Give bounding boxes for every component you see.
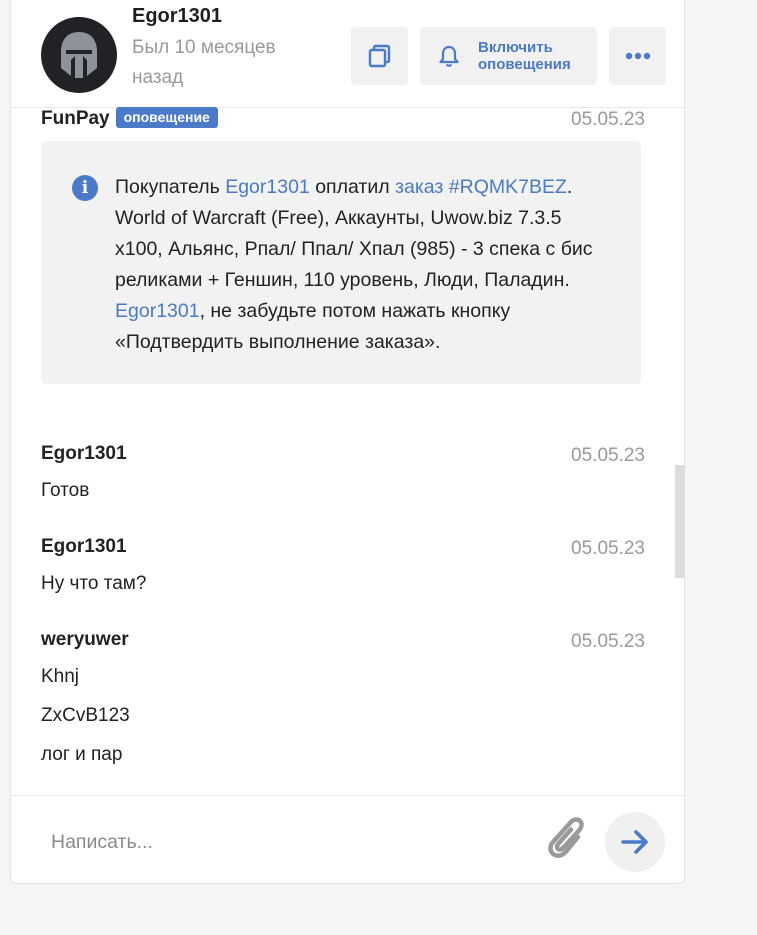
buyer-link[interactable]: Egor1301 (225, 176, 310, 198)
chat-message: Egor1301 05.05.23 Готов (41, 443, 645, 503)
message-author[interactable]: weryuwer (41, 629, 129, 650)
message-header: Egor1301 05.05.23 (41, 443, 645, 471)
avatar[interactable] (41, 17, 117, 93)
copy-icon (368, 44, 390, 68)
message-list[interactable]: FunPay оповещение 05.05.23 i Покупатель E… (11, 107, 684, 795)
copy-button[interactable] (351, 27, 408, 85)
chat-panel: Egor1301 Был 10 месяцев назад Включить о… (10, 0, 685, 884)
order-notice-text: Покупатель Egor1301 оплатил заказ #RQMK7… (115, 176, 593, 353)
message-text: Ну что там? (41, 573, 147, 594)
order-link[interactable]: заказ #RQMK7BEZ (395, 176, 567, 198)
order-notice: i Покупатель Egor1301 оплатил заказ #RQM… (41, 141, 641, 384)
message-date: 05.05.23 (571, 109, 645, 130)
send-button[interactable] (605, 812, 665, 872)
chat-header: Egor1301 Был 10 месяцев назад Включить о… (11, 1, 684, 108)
bell-icon (439, 45, 459, 67)
message-text: Готов (41, 480, 90, 501)
message-author[interactable]: Egor1301 (41, 536, 127, 557)
message-header: Egor1301 05.05.23 (41, 536, 645, 564)
message-author[interactable]: Egor1301 (41, 443, 127, 464)
message-header: weryuwer 05.05.23 (41, 629, 645, 657)
chat-message: Egor1301 05.05.23 Ну что там? (41, 536, 645, 596)
system-message: FunPay оповещение 05.05.23 i Покупатель E… (41, 107, 645, 384)
more-options-button[interactable] (609, 27, 666, 85)
notification-badge: оповещение (115, 107, 218, 128)
message-author[interactable]: FunPay (41, 108, 110, 129)
message-line: лог и пар (41, 744, 123, 765)
attach-button[interactable] (541, 812, 585, 867)
message-line: Khnj (41, 666, 80, 687)
info-icon: i (72, 175, 98, 201)
message-header: FunPay оповещение 05.05.23 (41, 107, 645, 135)
message-date: 05.05.23 (571, 631, 645, 652)
enable-notifications-button[interactable]: Включить оповещения (420, 27, 597, 85)
paperclip-icon (548, 817, 584, 858)
enable-notifications-label: Включить оповещения (478, 39, 571, 73)
more-dots-icon (625, 52, 650, 60)
arrow-right-icon (621, 830, 648, 854)
message-line: ZxCvB123 (41, 705, 130, 726)
user-link[interactable]: Egor1301 (115, 300, 200, 322)
message-composer (11, 795, 684, 886)
chat-message: weryuwer 05.05.23 Khnj ZxCvB123 лог и па… (41, 629, 645, 767)
message-input[interactable] (49, 824, 523, 860)
message-date: 05.05.23 (571, 445, 645, 466)
last-seen-status: Был 10 месяцев назад (132, 37, 276, 88)
username[interactable]: Egor1301 (132, 5, 222, 28)
helmet-icon (61, 32, 97, 78)
message-date: 05.05.23 (571, 538, 645, 559)
scrollbar-thumb[interactable] (675, 465, 685, 578)
